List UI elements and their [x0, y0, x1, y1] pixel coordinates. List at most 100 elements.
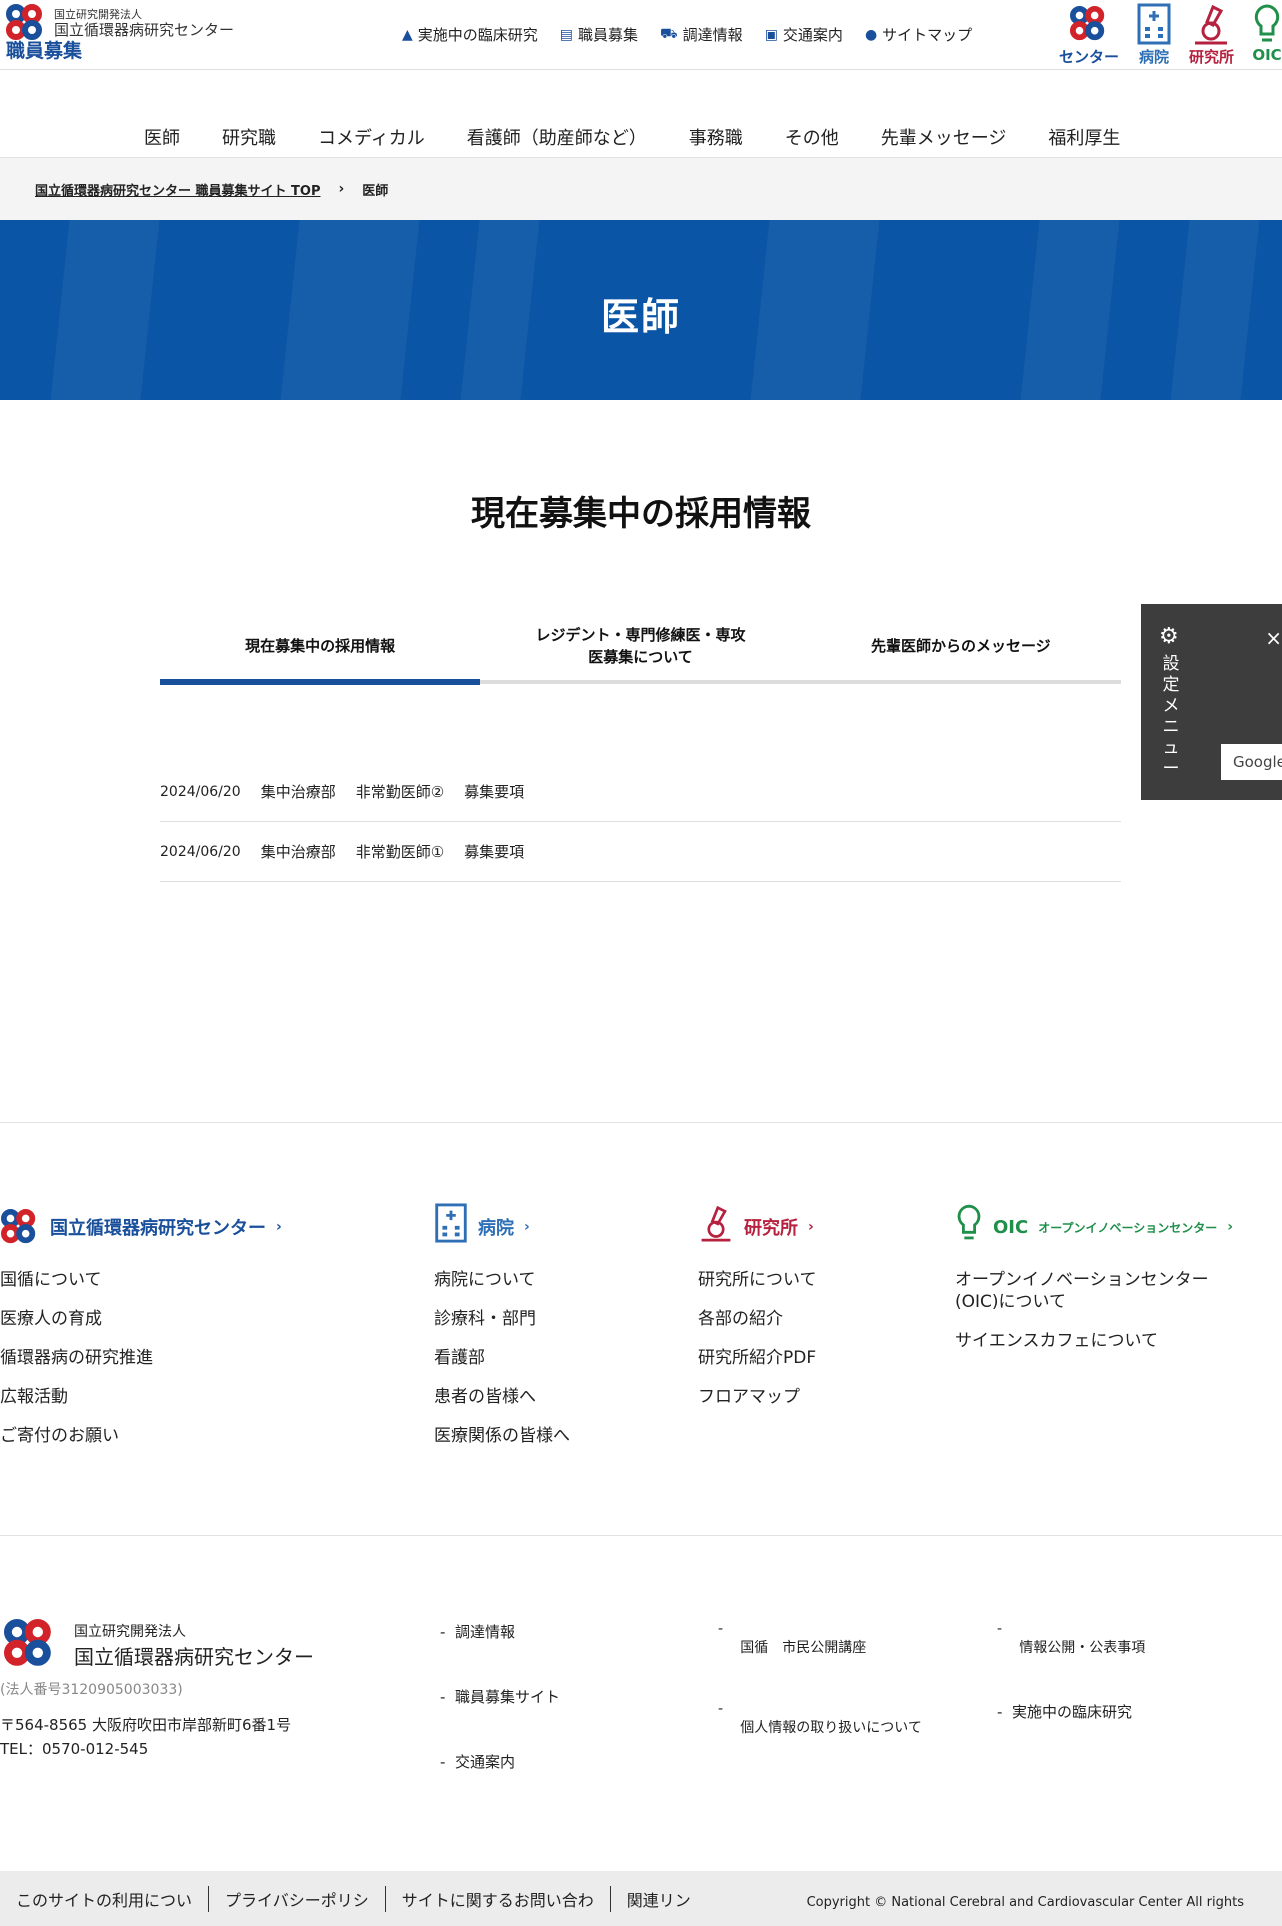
sitemap-link[interactable]: サイエンスカフェについて	[955, 1330, 1275, 1352]
site-header: 国立研究開発法人 国立循環器病研究センター 職員募集 ▲ 実施中の臨床研究 ▤ 職員…	[0, 0, 1282, 70]
utility-link-procurement[interactable]: ⛟ 調達情報	[660, 24, 743, 45]
footer-link[interactable]: - 調達情報	[440, 1621, 560, 1642]
utility-link-clinical-research[interactable]: ▲ 実施中の臨床研究	[402, 24, 538, 45]
breadcrumb-home-link[interactable]: 国立循環器病研究センター 職員募集サイト TOP	[35, 180, 321, 199]
lightbulb-icon	[1252, 2, 1282, 46]
ncvc-logo-icon	[6, 4, 46, 42]
footer-links-col1: - 調達情報 - 職員募集サイト - 交通案内	[440, 1621, 560, 1816]
footer-link-terms[interactable]: このサイトの利用につい	[0, 1885, 210, 1912]
tab-current-openings[interactable]: 現在募集中の採用情報	[160, 612, 481, 685]
footer-link[interactable]: - 個人情報の取り扱いについて	[718, 1701, 922, 1737]
job-dept: 集中治療部	[260, 843, 336, 861]
sitemap-col-institute: 研究所 › 研究所について 各部の紹介 研究所紹介PDF フロアマップ	[698, 1205, 817, 1425]
hospital-icon	[1137, 2, 1171, 46]
nav-item-messages[interactable]: 先輩メッセージ	[881, 124, 1007, 150]
footer-sitemap: 国立循環器病研究センター › 国循について 医療人の育成 循環器病の研究推進 広…	[0, 1122, 1282, 1536]
footer-link[interactable]: - 職員募集サイト	[440, 1686, 560, 1707]
footer-link[interactable]: - 交通案内	[440, 1751, 560, 1772]
document-icon: ▤	[559, 26, 574, 43]
breadcrumb: 国立循環器病研究センター 職員募集サイト TOP › 医師	[0, 158, 1282, 220]
nav-item-other[interactable]: その他	[785, 124, 839, 150]
logo-sub: 職員募集	[6, 40, 83, 62]
sitemap-hospital-heading[interactable]: 病院 ›	[434, 1203, 570, 1251]
logo-small-text: 国立研究開発法人	[54, 7, 142, 21]
job-row[interactable]: 2024/06/20 集中治療部 非常勤医師② 募集要項	[160, 762, 1121, 822]
nav-item-welfare[interactable]: 福利厚生	[1048, 124, 1120, 150]
sitemap-link[interactable]: 各部の紹介	[698, 1308, 817, 1330]
footer-link-privacy[interactable]: プライバシーポリシ	[209, 1885, 386, 1912]
nav-item-nurse[interactable]: 看護師（助産師など）	[467, 124, 647, 150]
utility-nav: ▲ 実施中の臨床研究 ▤ 職員募集 ⛟ 調達情報 ▣ 交通案内 ● サイトマップ	[402, 24, 972, 45]
job-link[interactable]: 募集要項	[464, 841, 524, 862]
sitemap-link[interactable]: 診療科・部門	[434, 1308, 570, 1330]
footer-link[interactable]: - 情報公開・公表事項	[997, 1621, 1145, 1657]
settings-menu-panel: ⚙ 設定メニュー × Google	[1141, 604, 1282, 800]
sitemap-link[interactable]: 患者の皆様へ	[434, 1386, 570, 1408]
nav-item-researcher[interactable]: 研究職	[222, 124, 276, 150]
tab-senior-messages[interactable]: 先輩医師からのメッセージ	[801, 612, 1121, 680]
sitemap-oic-heading[interactable]: OIC オープンイノベーションセンター ›	[955, 1203, 1275, 1251]
footer-bottom-bar: このサイトの利用につい プライバシーポリシ サイトに関するお問い合わ 関連リン …	[0, 1871, 1282, 1926]
copyright: Copyright © National Cerebral and Cardio…	[806, 1895, 1244, 1910]
job-row[interactable]: 2024/06/20 集中治療部 非常勤医師① 募集要項	[160, 822, 1121, 882]
nav-item-doctor[interactable]: 医師	[144, 124, 180, 150]
microscope-icon	[1191, 2, 1231, 46]
brand-center[interactable]: センター	[1059, 2, 1119, 67]
sitemap-link[interactable]: 循環器病の研究推進	[0, 1347, 282, 1369]
pin-icon: ●	[864, 26, 878, 43]
nav-item-office[interactable]: 事務職	[689, 124, 743, 150]
microscope-icon	[698, 1203, 734, 1251]
nav-item-comedical[interactable]: コメディカル	[318, 124, 425, 150]
brand-institute[interactable]: 研究所	[1189, 2, 1234, 67]
sitemap-center-heading[interactable]: 国立循環器病研究センター ›	[0, 1205, 282, 1249]
chevron-right-icon: ›	[276, 1219, 282, 1235]
sitemap-col-oic: OIC オープンイノベーションセンター › オープンイノベーションセンター(OI…	[955, 1203, 1275, 1369]
job-date: 2024/06/20	[160, 783, 241, 800]
tab-resident-recruitment[interactable]: レジデント・専門修練医・専攻医募集について	[480, 612, 800, 680]
center-logo-icon	[1069, 2, 1109, 46]
train-icon: ▣	[764, 26, 778, 43]
job-link[interactable]: 募集要項	[464, 781, 524, 802]
footer-link[interactable]: - 実施中の臨床研究	[997, 1701, 1145, 1722]
tab-bar: 現在募集中の採用情報 レジデント・専門修練医・専攻医募集について 先輩医師からの…	[160, 612, 1121, 685]
brand-oic[interactable]: OIC	[1252, 2, 1282, 67]
footer-link[interactable]: - 国循 市民公開講座	[718, 1621, 922, 1657]
lightbulb-icon	[955, 1203, 983, 1251]
footer-link-contact[interactable]: サイトに関するお問い合わ	[386, 1885, 611, 1912]
close-icon[interactable]: ×	[1265, 626, 1282, 650]
ncvc-logo-icon	[4, 1619, 77, 1687]
sitemap-link[interactable]: 医療関係の皆様へ	[434, 1425, 570, 1447]
sitemap-institute-heading[interactable]: 研究所 ›	[698, 1205, 817, 1249]
job-date: 2024/06/20	[160, 843, 241, 860]
sitemap-link[interactable]: 看護部	[434, 1347, 570, 1369]
sitemap-link[interactable]: 研究所紹介PDF	[698, 1347, 817, 1369]
utility-link-access[interactable]: ▣ 交通案内	[765, 24, 843, 45]
job-dept: 集中治療部	[260, 783, 336, 801]
chevron-right-icon: ›	[1227, 1219, 1234, 1235]
footer-links-col2: - 国循 市民公開講座 - 個人情報の取り扱いについて	[718, 1621, 922, 1781]
site-logo[interactable]: 国立研究開発法人 国立循環器病研究センター 職員募集	[6, 4, 234, 62]
utility-link-recruit[interactable]: ▤ 職員募集	[560, 24, 638, 45]
sitemap-link[interactable]: 広報活動	[0, 1386, 282, 1408]
sitemap-link[interactable]: 国循について	[0, 1269, 282, 1291]
sitemap-col-hospital: 病院 › 病院について 診療科・部門 看護部 患者の皆様へ 医療関係の皆様へ	[434, 1203, 570, 1464]
google-translate-widget[interactable]: Google	[1221, 744, 1282, 780]
hospital-icon	[434, 1203, 468, 1251]
footer-info: 国立研究開発法人 国立循環器病研究センター (法人番号3120905003033…	[0, 1537, 1282, 1871]
job-list: 2024/06/20 集中治療部 非常勤医師② 募集要項 2024/06/20 …	[160, 762, 1121, 882]
gear-icon[interactable]: ⚙	[1159, 624, 1179, 649]
utility-link-sitemap[interactable]: ● サイトマップ	[865, 24, 972, 45]
logo-name: 国立循環器病研究センター	[54, 20, 235, 39]
corporate-number: (法人番号3120905003033)	[0, 1682, 183, 1698]
brand-links: センター 病院 研究所 OIC	[1059, 2, 1282, 67]
sitemap-link[interactable]: 研究所について	[698, 1269, 817, 1291]
brand-hospital[interactable]: 病院	[1137, 2, 1171, 67]
sitemap-link[interactable]: フロアマップ	[698, 1386, 817, 1408]
sitemap-link[interactable]: 医療人の育成	[0, 1308, 282, 1330]
sitemap-link[interactable]: ご寄付のお願い	[0, 1425, 282, 1447]
footer-link-related[interactable]: 関連リン	[611, 1886, 707, 1912]
sitemap-link[interactable]: オープンイノベーションセンター(OIC)について	[955, 1269, 1245, 1313]
settings-menu-label[interactable]: 設定メニュー	[1161, 654, 1181, 780]
footer-logo[interactable]: 国立研究開発法人 国立循環器病研究センター	[4, 1619, 314, 1671]
sitemap-link[interactable]: 病院について	[434, 1269, 570, 1291]
